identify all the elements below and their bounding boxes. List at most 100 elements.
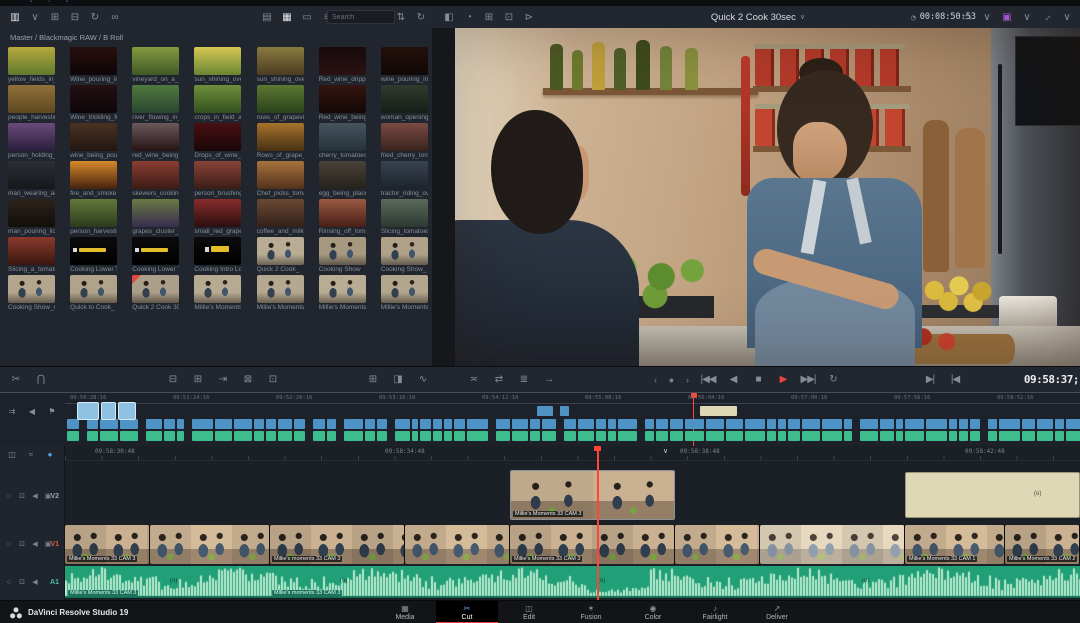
media-clip-thumbnail[interactable] (70, 199, 117, 227)
overview-v2-clip[interactable] (119, 403, 135, 419)
overview-video-clip[interactable] (177, 419, 184, 429)
overview-video-clip[interactable] (67, 419, 79, 429)
auto-select-icon[interactable]: ○ (4, 539, 14, 549)
overview-audio-clip[interactable] (670, 431, 683, 441)
media-clip-thumbnail[interactable] (8, 237, 55, 265)
tools-icon[interactable]: ≍ (464, 371, 484, 388)
overview-audio-clip[interactable] (970, 431, 980, 441)
overview-audio-clip[interactable] (496, 431, 510, 441)
overview-video-clip[interactable] (726, 419, 743, 429)
page-tab-cut[interactable]: ✂Cut (436, 601, 498, 623)
overview-audio-clip[interactable] (949, 431, 957, 441)
overview-video-clip[interactable] (970, 419, 980, 429)
overview-audio-clip[interactable] (433, 431, 442, 441)
media-clip-thumbnail[interactable] (70, 123, 117, 151)
chevron-down-icon[interactable]: ∨ (1058, 9, 1076, 25)
overview-video-clip[interactable] (949, 419, 957, 429)
overview-video-clip[interactable] (788, 419, 800, 429)
overview-audio-clip[interactable] (959, 431, 968, 441)
overview-audio-clip[interactable] (745, 431, 765, 441)
media-clip-thumbnail[interactable] (381, 161, 428, 189)
media-clip-thumbnail[interactable] (257, 237, 304, 265)
timeline-selector[interactable]: Quick 2 Cook 30sec ∨ (658, 6, 858, 28)
overview-audio-clip[interactable] (254, 431, 264, 441)
track-header-v1[interactable]: ○⊡◀▣V1 (0, 536, 64, 552)
media-clip-thumbnail[interactable] (8, 85, 55, 113)
overview-video-clip[interactable] (433, 419, 442, 429)
overview-video-clip[interactable] (1066, 419, 1080, 429)
overview-video-clip[interactable] (618, 419, 637, 429)
mute-track-icon[interactable]: ◀ (30, 577, 40, 587)
overview-audio-clip[interactable] (778, 431, 786, 441)
media-clip-thumbnail[interactable] (194, 275, 241, 303)
clean-feed-icon[interactable]: ▣ (998, 9, 1016, 25)
media-clip-thumbnail[interactable] (8, 123, 55, 151)
overview-video-clip[interactable] (564, 419, 576, 429)
overview-audio-clip[interactable] (999, 431, 1020, 441)
lock-track-icon[interactable]: ⊡ (17, 491, 27, 501)
overview-audio-clip[interactable] (313, 431, 325, 441)
overview-video-clip[interactable] (365, 419, 375, 429)
overview-video-clip[interactable] (685, 419, 704, 429)
v1-video-clip[interactable]: Millie's Moments 33 CAM 3 (65, 525, 150, 564)
track-lane-a1[interactable]: Millie's Moments 33 CAM 3Millie's moment… (65, 566, 1080, 598)
auto-select-icon[interactable]: ○ (4, 491, 14, 501)
media-clip-thumbnail[interactable] (70, 275, 117, 303)
overview-video-clip[interactable] (988, 419, 997, 429)
media-clip-thumbnail[interactable] (132, 123, 179, 151)
overview-audio-clip[interactable] (454, 431, 465, 441)
overview-audio-clip[interactable] (146, 431, 162, 441)
timeline-playhead[interactable] (597, 446, 599, 600)
media-clip-thumbnail[interactable] (8, 161, 55, 189)
overview-video-clip[interactable] (420, 419, 431, 429)
overview-audio-clip[interactable] (1066, 431, 1080, 441)
overview-video-clip[interactable] (327, 419, 336, 429)
overview-audio-clip[interactable] (467, 431, 488, 441)
search-input[interactable] (327, 10, 395, 24)
overview-audio-clip[interactable] (177, 431, 184, 441)
overview-video-clip[interactable] (344, 419, 363, 429)
overview-video-clip[interactable] (87, 419, 98, 429)
media-clip-thumbnail[interactable] (319, 237, 366, 265)
ripple-overwrite-icon[interactable]: ⇥ (213, 371, 233, 388)
overview-audio-clip[interactable] (87, 431, 98, 441)
multicam-icon[interactable]: ⊞ (480, 9, 498, 25)
overview-audio-clip[interactable] (542, 431, 556, 441)
media-clip-thumbnail[interactable] (381, 275, 428, 303)
overview-audio-clip[interactable] (844, 431, 852, 441)
v1-video-clip[interactable]: Millie's Moments 33 CAM 3 (510, 525, 675, 564)
overview-audio-clip[interactable] (278, 431, 292, 441)
overview-audio-clip[interactable] (266, 431, 276, 441)
overview-video-clip[interactable] (377, 419, 387, 429)
overview-audio-clip[interactable] (1022, 431, 1035, 441)
step-back-button[interactable]: ◀ (723, 371, 743, 388)
overview-audio-clip[interactable] (896, 431, 903, 441)
media-clip-thumbnail[interactable] (319, 275, 366, 303)
overview-video-clip[interactable] (645, 419, 654, 429)
media-clip-thumbnail[interactable] (132, 275, 179, 303)
media-clip-thumbnail[interactable] (132, 85, 179, 113)
overview-audio-clip[interactable] (706, 431, 724, 441)
page-tab-fairlight[interactable]: ♪Fairlight (684, 601, 746, 623)
overview-video-clip[interactable] (860, 419, 878, 429)
timeline-overview-area[interactable]: 09:50:28:1609:51:24:1609:52:20:1609:53:1… (65, 393, 1080, 447)
overview-video-clip[interactable] (395, 419, 410, 429)
v1-video-clip[interactable] (150, 525, 270, 564)
smart-insert-icon[interactable]: ⊟ (163, 371, 183, 388)
overview-video-clip[interactable] (146, 419, 162, 429)
page-tab-color[interactable]: ◉Color (622, 601, 684, 623)
overview-video-clip[interactable] (778, 419, 786, 429)
overview-audio-clip[interactable] (377, 431, 387, 441)
media-clip-thumbnail[interactable] (381, 237, 428, 265)
overview-audio-clip[interactable] (578, 431, 594, 441)
overview-video-clip[interactable] (802, 419, 820, 429)
full-extent-zoom-icon[interactable]: ◫ (6, 448, 18, 460)
detail-zoom-icon[interactable]: ≈ (25, 448, 37, 460)
overview-video-clip[interactable] (254, 419, 264, 429)
overview-video-clip[interactable] (294, 419, 305, 429)
media-clip-thumbnail[interactable] (132, 161, 179, 189)
breadcrumb[interactable]: Master / Blackmagic RAW / B Roll (10, 33, 123, 42)
mute-track-icon[interactable]: ◀ (30, 491, 40, 501)
track-lane-v1[interactable]: Millie's Moments 33 CAM 3Millie's moment… (65, 525, 1080, 564)
overview-audio-clip[interactable] (767, 431, 776, 441)
